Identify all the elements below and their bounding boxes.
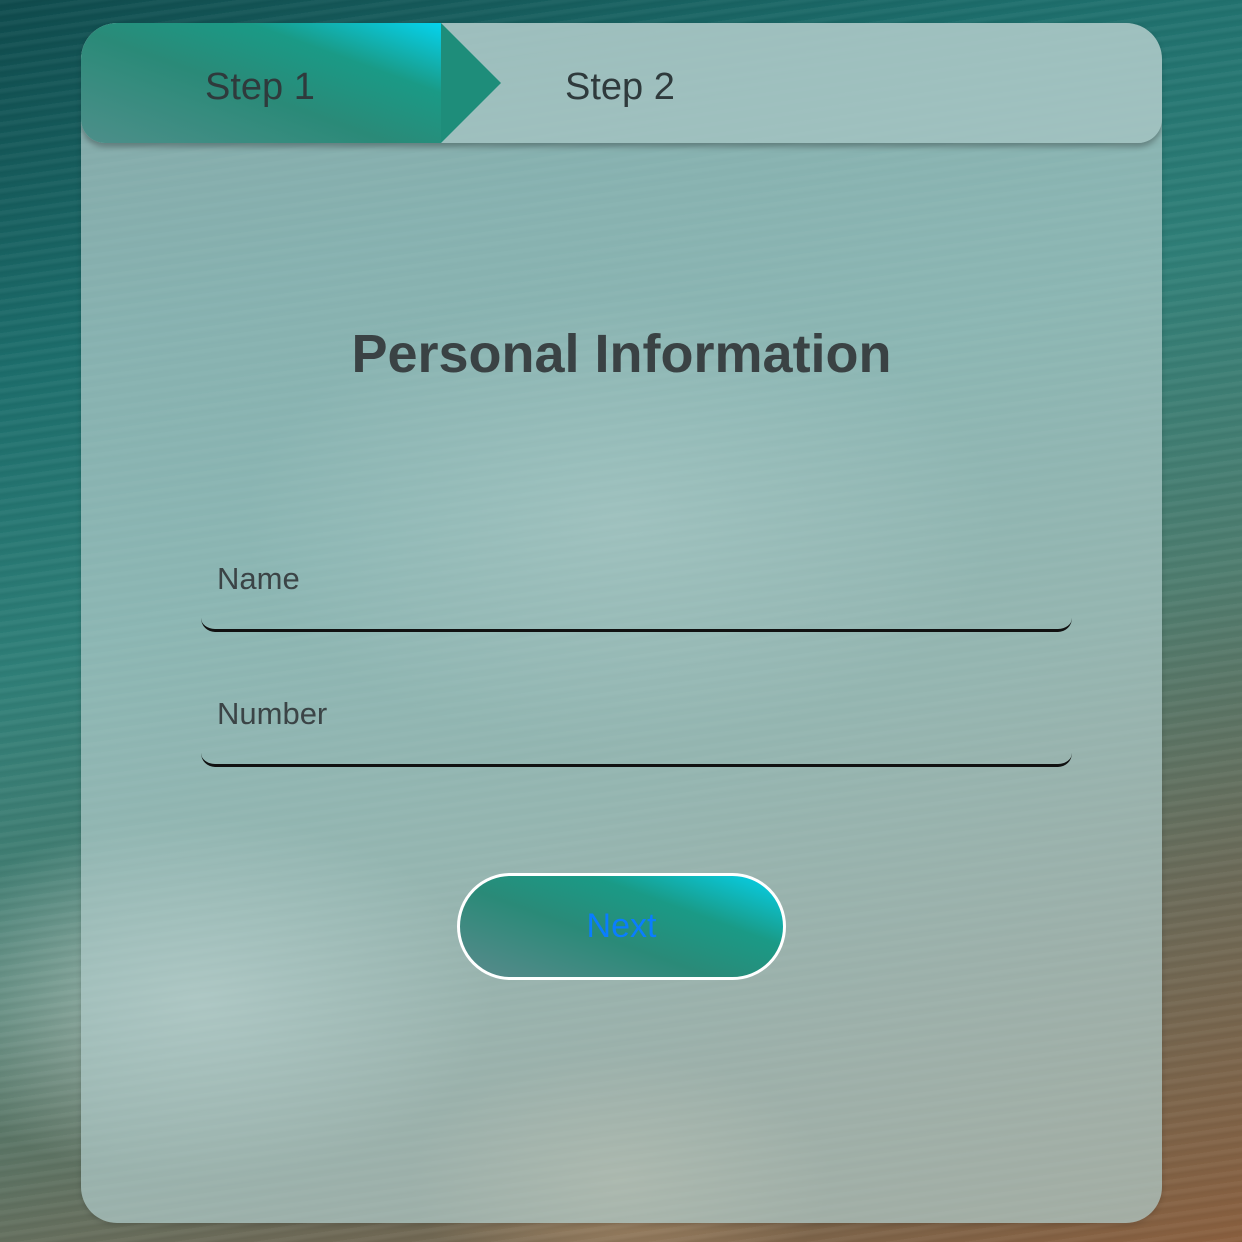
- next-button[interactable]: Next: [457, 873, 786, 980]
- page-title: Personal Information: [351, 324, 892, 384]
- step-2-label[interactable]: Step 2: [565, 23, 675, 143]
- step-progress-bar: Step 1 Step 2: [81, 23, 1162, 143]
- step-arrow-icon: [441, 23, 501, 143]
- form-card: Step 1 Step 2 Personal Information Next: [81, 23, 1162, 1223]
- step-1-label[interactable]: Step 1: [205, 23, 315, 143]
- name-field[interactable]: [201, 528, 1072, 632]
- number-field[interactable]: [201, 663, 1072, 767]
